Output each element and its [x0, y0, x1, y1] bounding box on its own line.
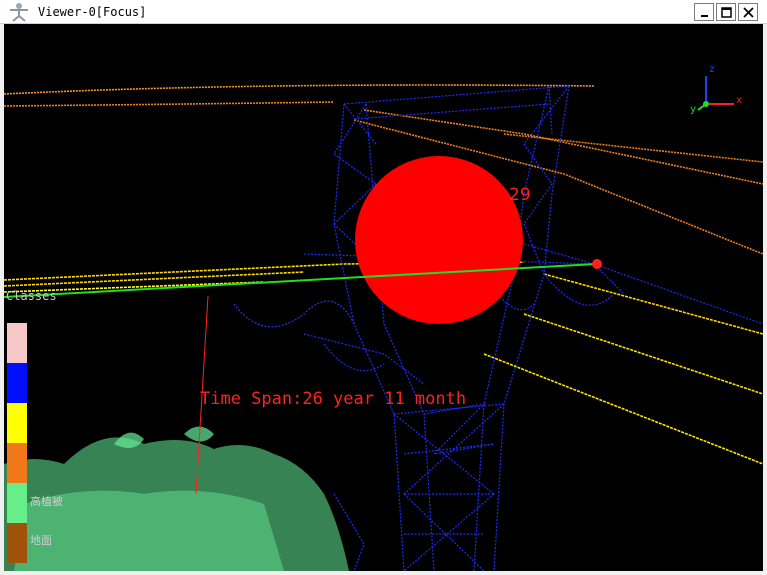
minimize-button[interactable] — [694, 3, 714, 21]
legend-swatch-2 — [7, 403, 27, 443]
circle-label: 29 — [509, 185, 531, 205]
axis-y-label: y — [690, 104, 697, 115]
app-icon — [10, 3, 28, 22]
point-cloud-viewport[interactable]: 29 Time Span:26 year 11 month Classes x … — [4, 24, 763, 571]
axis-z-label: z — [709, 64, 716, 75]
classes-label: Classes — [6, 289, 57, 303]
legend-swatch-3 — [7, 443, 27, 483]
window-titlebar[interactable]: Viewer-0[Focus] — [0, 0, 767, 24]
window-title: Viewer-0[Focus] — [38, 5, 147, 19]
red-marker-circle[interactable] — [355, 156, 523, 324]
legend-swatch-1 — [7, 363, 27, 403]
axis-x-label: x — [736, 95, 743, 106]
time-span-label: Time Span:26 year 11 month — [200, 389, 467, 409]
legend-swatch-4 — [7, 483, 27, 523]
maximize-icon — [721, 7, 732, 18]
legend-label-high-vegetation: 高植被 — [30, 495, 63, 508]
minimize-icon — [701, 15, 708, 17]
legend-swatch-5 — [7, 523, 27, 563]
axis-gizmo — [697, 76, 734, 111]
legend-label-ground: 地面 — [30, 534, 52, 547]
close-button[interactable] — [738, 3, 758, 21]
maximize-button[interactable] — [716, 3, 736, 21]
legend-swatch-0 — [7, 323, 27, 363]
close-icon — [743, 7, 754, 18]
point-cloud-scene[interactable] — [4, 24, 763, 571]
measure-endpoint[interactable] — [592, 259, 602, 269]
